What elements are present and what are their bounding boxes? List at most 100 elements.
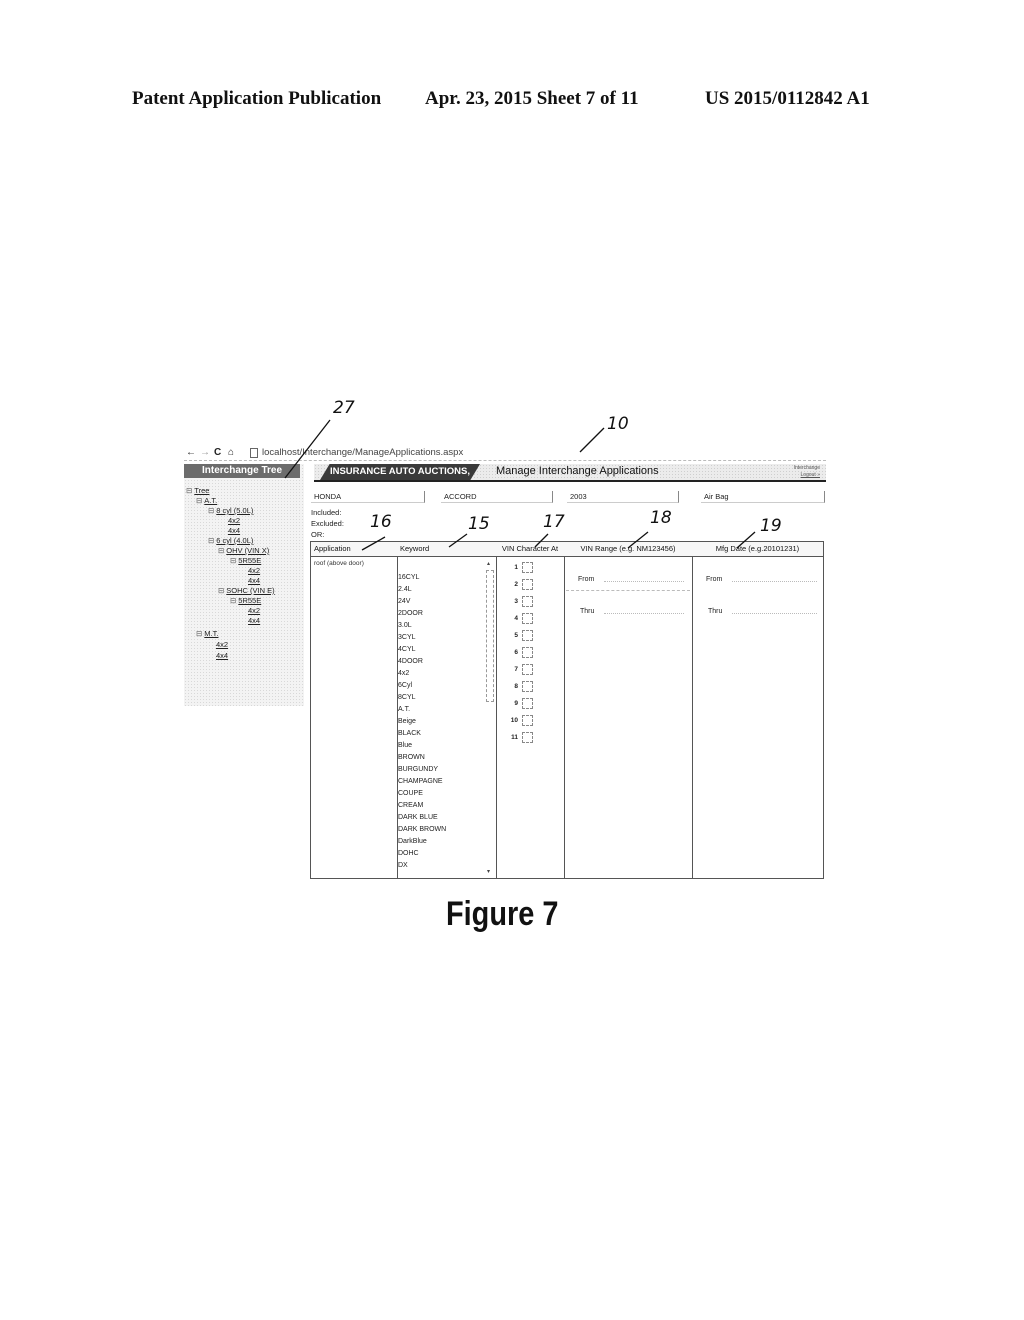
tree-node[interactable]: 4x2 [248,606,260,615]
keyword-item[interactable]: BLACK [398,728,446,740]
collapse-icon[interactable]: ⊟ [186,486,192,495]
tree-node[interactable]: ⊟ 8 cyl (5.0L) [208,506,253,515]
page-icon [250,448,258,458]
vin-character-input[interactable] [522,596,533,607]
keyword-item[interactable]: DX [398,860,446,872]
keyword-list[interactable]: 16CYL 2.4L 24V 2DOOR 3.0L 3CYL 4CYL 4DOOR 4x2 6Cy… [398,572,446,872]
vin-character-input[interactable] [522,630,533,641]
keyword-item[interactable]: 4DOOR [398,656,446,668]
vin-character-input[interactable] [522,732,533,743]
vin-position-row: 11 [506,732,533,743]
address-bar[interactable]: localhost/Interchange/ManageApplications… [262,447,463,458]
brand-logo: INSURANCE AUTO AUCTIONS, INC. [320,464,480,480]
tree-node[interactable]: 4x4 [216,651,228,660]
keyword-item[interactable]: CHAMPAGNE [398,776,446,788]
keyword-item[interactable]: 4x2 [398,668,446,680]
vin-character-input[interactable] [522,562,533,573]
home-icon[interactable]: ⌂ [228,447,234,458]
vin-character-input[interactable] [522,647,533,658]
keyword-item[interactable]: A.T. [398,704,446,716]
keyword-item[interactable]: 16CYL [398,572,446,584]
collapse-icon[interactable]: ⊟ [208,536,214,545]
tree-node[interactable]: 4x2 [248,566,260,575]
collapse-icon[interactable]: ⊟ [196,629,202,638]
callout-16: 16 [370,512,392,532]
callout-18: 18 [650,508,672,528]
forward-icon[interactable]: → [200,447,210,458]
vin-position-number: 5 [514,632,518,640]
collapse-icon[interactable]: ⊟ [218,586,224,595]
vin-character-input[interactable] [522,698,533,709]
keyword-item[interactable]: 2.4L [398,584,446,596]
make-field[interactable]: HONDA [311,491,425,503]
tree-node[interactable]: 4x2 [216,640,228,649]
tree-node[interactable]: 4x4 [228,526,240,535]
scroll-up-icon[interactable]: ▴ [487,560,490,567]
mfg-thru-input[interactable] [732,604,817,614]
keyword-item[interactable]: DOHC [398,848,446,860]
collapse-icon[interactable]: ⊟ [230,596,236,605]
collapse-icon[interactable]: ⊟ [218,546,224,555]
tree-node[interactable]: 4x4 [248,616,260,625]
keyword-item[interactable]: 4CYL [398,644,446,656]
keyword-item[interactable]: 2DOOR [398,608,446,620]
keyword-item[interactable]: DarkBlue [398,836,446,848]
vin-character-input[interactable] [522,613,533,624]
keyword-item[interactable]: 3.0L [398,620,446,632]
vin-character-input[interactable] [522,715,533,726]
collapse-icon[interactable]: ⊟ [230,556,236,565]
scroll-thumb[interactable] [486,570,494,702]
vin-character-input[interactable] [522,681,533,692]
scroll-down-icon[interactable]: ▾ [487,868,490,875]
vin-thru-input[interactable] [604,604,684,614]
tree-node[interactable]: ⊟ 6 cyl (4.0L) [208,536,253,545]
keyword-scrollbar[interactable]: ▴ ▾ [486,560,494,875]
interchange-link[interactable]: Interchange [794,465,820,472]
part-field[interactable]: Air Bag [701,491,825,503]
tree-node[interactable]: ⊟ Tree [186,486,209,495]
figure-caption: Figure 7 [446,895,559,933]
year-field[interactable]: 2003 [567,491,679,503]
screenshot-figure: ← → C ⌂ localhost/Interchange/ManageAppl… [184,440,826,885]
keyword-item[interactable]: DARK BLUE [398,812,446,824]
tree-node[interactable]: 4x4 [248,576,260,585]
vin-character-column: VIN Character At 1 2 3 4 5 6 7 8 9 10 11 [496,542,565,878]
vin-position-number: 4 [514,615,518,623]
application-item[interactable]: roof (above door) [314,560,364,567]
publication-label: Patent Application Publication [132,88,382,109]
vin-range-header: VIN Range (e.g. NM123456) [564,542,692,557]
keyword-item[interactable]: 6Cyl [398,680,446,692]
collapse-icon[interactable]: ⊟ [196,496,202,505]
tree-node[interactable]: 4x2 [228,516,240,525]
collapse-icon[interactable]: ⊟ [208,506,214,515]
keyword-item[interactable]: COUPE [398,788,446,800]
vin-character-input[interactable] [522,664,533,675]
keyword-item[interactable]: 3CYL [398,632,446,644]
reload-icon[interactable]: C [214,447,221,458]
keyword-item[interactable]: 24V [398,596,446,608]
tree-node[interactable]: ⊟ M.T. [196,629,218,638]
keyword-item[interactable]: DARK BROWN [398,824,446,836]
mfg-from-input[interactable] [732,572,817,582]
vin-position-row: 4 [506,613,533,624]
tree-node[interactable]: ⊟ 5R55E [230,556,261,565]
vin-character-input[interactable] [522,579,533,590]
tree-node[interactable]: ⊟ SOHC (VIN E) [218,586,275,595]
vin-position-number: 10 [510,717,518,725]
keyword-item[interactable]: Beige [398,716,446,728]
vin-position-number: 11 [511,734,518,742]
keyword-item[interactable]: BROWN [398,752,446,764]
logout-link[interactable]: Logout » [794,472,820,479]
back-icon[interactable]: ← [186,447,196,458]
tree-node[interactable]: ⊟ 5R55E [230,596,261,605]
tree-node[interactable]: ⊟ OHV (VIN X) [218,546,269,555]
keyword-item[interactable]: CREAM [398,800,446,812]
tree-node[interactable]: ⊟ A.T. [196,496,217,505]
vin-from-input[interactable] [604,572,684,582]
keyword-item[interactable]: Blue [398,740,446,752]
model-field[interactable]: ACCORD [441,491,553,503]
keyword-item[interactable]: 8CYL [398,692,446,704]
keyword-item[interactable]: BURGUNDY [398,764,446,776]
application-header: Application [311,542,397,557]
page-title: Manage Interchange Applications [496,465,659,477]
